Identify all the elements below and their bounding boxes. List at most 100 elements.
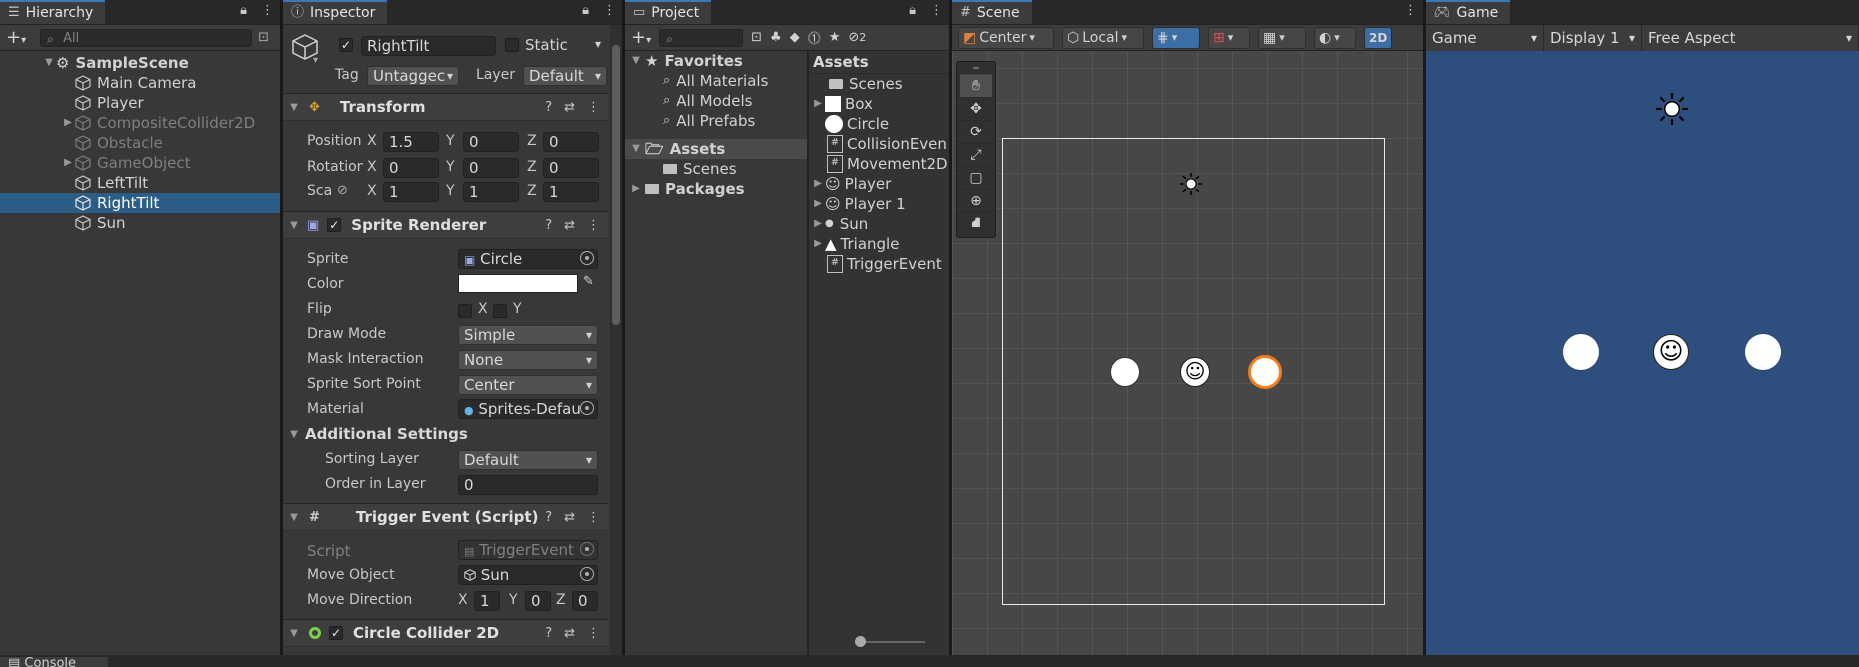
tab-game[interactable]: 🎮︎ Game xyxy=(1426,0,1511,24)
increment-snap-button[interactable]: ⊞ ▾ xyxy=(1208,26,1250,49)
asset-item-movement2d[interactable]: # Movement2D xyxy=(809,154,949,174)
preset-icon[interactable]: ⇄ xyxy=(564,626,575,641)
hand-tool[interactable]: ✋︎ xyxy=(960,75,992,98)
expand-arrow-icon[interactable]: ▶ xyxy=(629,179,643,199)
foldout-arrow-icon[interactable]: ▼ xyxy=(287,220,301,231)
position-z-input[interactable]: 0 xyxy=(543,132,599,152)
scale-y-input[interactable]: 1 xyxy=(463,182,519,202)
scene-righttilt-circle-selected[interactable] xyxy=(1248,355,1282,389)
material-object-field[interactable]: ● Sprites-Defau xyxy=(458,399,598,419)
hierarchy-item-sun[interactable]: Sun xyxy=(0,213,280,233)
expand-arrow-icon[interactable]: ▼ xyxy=(42,53,56,73)
rotation-y-input[interactable]: 0 xyxy=(463,158,519,178)
scene-lefttilt-circle[interactable] xyxy=(1110,357,1140,387)
tab-console[interactable]: ▤ Console xyxy=(0,657,108,667)
aspect-dropdown[interactable]: Free Aspect xyxy=(1642,25,1859,51)
component-menu-icon[interactable]: ⋮ xyxy=(587,100,600,115)
order-in-layer-input[interactable]: 0 xyxy=(458,475,598,495)
rotation-x-input[interactable]: 0 xyxy=(383,158,439,178)
foldout-arrow-icon[interactable]: ▼ xyxy=(287,102,301,113)
active-checkbox[interactable]: ✓ xyxy=(339,38,353,52)
help-icon[interactable]: ? xyxy=(545,510,552,525)
more-options-icon[interactable]: ⋮ xyxy=(930,3,943,18)
packages-folder-row[interactable]: ▶ Packages xyxy=(625,179,807,199)
favorites-row[interactable]: ▼ ★ Favorites xyxy=(625,51,807,71)
position-y-input[interactable]: 0 xyxy=(463,132,519,152)
scale-tool[interactable]: ⤢ xyxy=(960,144,992,167)
expand-arrow-icon[interactable]: ▶ xyxy=(61,113,75,133)
asset-item-box[interactable]: ▶ Box xyxy=(809,94,949,114)
flip-y-checkbox[interactable] xyxy=(493,304,507,318)
preset-icon[interactable]: ⇄ xyxy=(564,510,575,525)
foldout-arrow-icon[interactable]: ▼ xyxy=(287,628,301,639)
rect-tool[interactable]: ▢ xyxy=(960,167,992,190)
tab-inspector[interactable]: ⓘ Inspector xyxy=(283,0,388,24)
move-object-field[interactable]: Sun xyxy=(458,565,598,585)
mask-interaction-dropdown[interactable]: None xyxy=(458,350,598,370)
slider-handle[interactable] xyxy=(855,636,866,647)
hierarchy-item-obstacle[interactable]: Obstacle xyxy=(0,133,280,153)
layer-dropdown[interactable]: Default xyxy=(523,66,607,86)
more-options-icon[interactable]: ⋮ xyxy=(1404,3,1417,18)
hierarchy-search-input[interactable]: ⌕ All xyxy=(40,28,253,47)
tag-dropdown[interactable]: Untaggec xyxy=(367,66,459,86)
asset-item-scenes[interactable]: Scenes xyxy=(809,74,949,94)
assets-folder-row[interactable]: ▼ 🗁︎ Assets xyxy=(625,139,807,159)
preset-icon[interactable]: ⇄ xyxy=(564,100,575,115)
asset-item-triangle[interactable]: ▶ ▲ Triangle xyxy=(809,234,949,254)
draw-mode-dropdown[interactable]: Simple xyxy=(458,325,598,345)
grid-visibility-button[interactable]: ▦ ▾ xyxy=(1258,26,1306,49)
project-search-input[interactable]: ⌕ xyxy=(659,28,744,47)
circle-collider-header[interactable]: ▼ ✓ Circle Collider 2D ? ⇄ ⋮ xyxy=(283,619,608,647)
sorting-layer-dropdown[interactable]: Default xyxy=(458,450,598,470)
more-options-icon[interactable]: ⋮ xyxy=(603,3,616,18)
more-options-icon[interactable]: ⋮ xyxy=(261,3,274,18)
icon-dropdown-arrow-icon[interactable]: ▾ xyxy=(313,55,318,66)
sprite-sort-point-dropdown[interactable]: Center xyxy=(458,375,598,395)
transform-tool[interactable]: ⊕ xyxy=(960,190,992,213)
game-view-dropdown[interactable]: Game xyxy=(1426,25,1544,51)
lock-icon[interactable]: 🔒︎ xyxy=(582,3,589,18)
component-menu-icon[interactable]: ⋮ xyxy=(587,218,600,233)
position-x-input[interactable]: 1.5 xyxy=(383,132,439,152)
eyedropper-icon[interactable]: ✎ xyxy=(583,274,594,289)
asset-item-sun[interactable]: ▶ ● Sun xyxy=(809,214,949,234)
lock-icon[interactable]: 🔒︎ xyxy=(909,3,916,18)
scale-x-input[interactable]: 1 xyxy=(383,182,439,202)
game-viewport[interactable]: ☺ xyxy=(1426,51,1859,655)
asset-item-player-1[interactable]: ▶ ☺ Player 1 xyxy=(809,194,949,214)
hierarchy-item-lefttilt[interactable]: LeftTilt xyxy=(0,173,280,193)
assets-breadcrumb[interactable]: Assets xyxy=(809,51,949,74)
object-name-input[interactable]: RightTilt xyxy=(361,36,496,56)
scene-row[interactable]: ▼ ⚙ SampleScene xyxy=(0,53,280,73)
object-picker-icon[interactable] xyxy=(580,567,594,581)
search-by-type-icon[interactable]: ⊡ xyxy=(751,30,762,45)
hierarchy-item-gameobject[interactable]: ▶ GameObject xyxy=(0,153,280,173)
scene-sun-sprite[interactable] xyxy=(1180,173,1202,195)
flip-x-checkbox[interactable] xyxy=(458,304,472,318)
trigger-event-header[interactable]: ▼ # Trigger Event (Script) ? ⇄ ⋮ xyxy=(283,503,608,531)
sprite-renderer-header[interactable]: ▼ ▣ ✓ Sprite Renderer ? ⇄ ⋮ xyxy=(283,211,608,239)
expand-arrow-icon[interactable]: ▶ xyxy=(811,214,825,234)
asset-item-triggerevent[interactable]: # TriggerEvent xyxy=(809,254,949,274)
tab-scene[interactable]: # Scene xyxy=(952,0,1032,24)
expand-arrow-icon[interactable]: ▶ xyxy=(811,194,825,214)
favorite-item[interactable]: ⌕ All Models xyxy=(625,91,807,111)
move-direction-z-input[interactable]: 0 xyxy=(572,591,598,611)
filter-by-type-icon[interactable]: ♣ xyxy=(770,30,782,45)
component-menu-icon[interactable]: ⋮ xyxy=(587,626,600,641)
folder-item-scenes[interactable]: Scenes xyxy=(625,159,807,179)
preset-icon[interactable]: ⇄ xyxy=(564,218,575,233)
icon-size-slider[interactable] xyxy=(855,636,925,647)
move-direction-x-input[interactable]: 1 xyxy=(474,591,500,611)
asset-item-collisionevent[interactable]: # CollisionEven xyxy=(809,134,949,154)
scene-player-smiley[interactable]: ☺ xyxy=(1180,357,1210,387)
help-icon[interactable]: ? xyxy=(545,100,552,115)
sprite-object-field[interactable]: ▣ Circle xyxy=(458,249,598,269)
scene-search-icon[interactable]: ⊡ xyxy=(258,30,269,45)
color-swatch[interactable] xyxy=(458,274,578,293)
expand-arrow-icon[interactable]: ▶ xyxy=(811,174,825,194)
help-icon[interactable]: ? xyxy=(545,218,552,233)
favorite-item[interactable]: ⌕ All Materials xyxy=(625,71,807,91)
toggle-2d-button[interactable]: 2D xyxy=(1364,26,1393,49)
